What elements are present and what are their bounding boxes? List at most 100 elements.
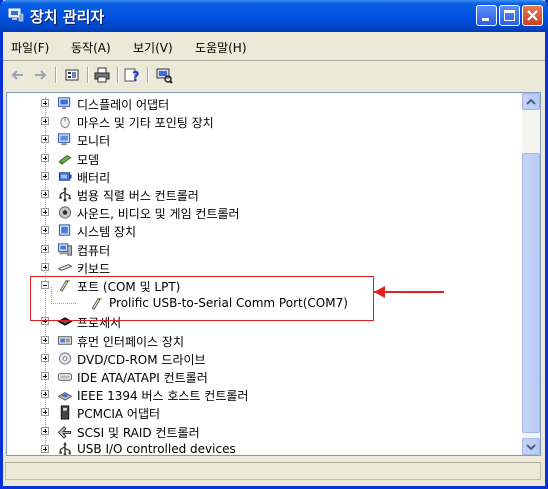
tree-item-label: 키보드	[77, 261, 111, 276]
menu-file[interactable]: 파일(F)	[11, 39, 49, 56]
tree-item[interactable]: 시스템 장치	[41, 222, 515, 240]
tree-item-label: 시스템 장치	[77, 225, 137, 240]
display-adapter-icon	[57, 97, 71, 110]
expand-toggle-icon[interactable]	[41, 262, 49, 271]
expand-toggle-icon[interactable]	[41, 117, 49, 126]
status-cell	[5, 462, 541, 480]
hid-icon	[57, 335, 73, 345]
window-title: 장치 관리자	[30, 8, 105, 26]
toolbar-divider	[147, 67, 149, 83]
scroll-up-button[interactable]	[522, 93, 540, 110]
computer-icon	[57, 243, 73, 256]
expand-toggle-icon[interactable]	[41, 208, 49, 217]
minimize-button[interactable]	[476, 5, 497, 26]
tree-item-label: 휴먼 인터페이스 장치	[77, 334, 184, 349]
annotation-arrow	[374, 286, 444, 298]
tree-item[interactable]: 사운드, 비디오 및 게임 컨트롤러	[41, 204, 515, 222]
forward-icon[interactable]	[31, 66, 49, 84]
annotation-highlight-box	[30, 276, 374, 321]
expand-toggle-icon[interactable]	[41, 444, 49, 453]
tree-item-label: 사운드, 비디오 및 게임 컨트롤러	[77, 207, 240, 222]
tree-item[interactable]: IDE ATA/ATAPI 컨트롤러	[41, 368, 515, 386]
expand-toggle-icon[interactable]	[41, 244, 49, 253]
tree-item[interactable]: 배터리	[41, 168, 515, 186]
usb-icon	[59, 187, 71, 202]
tree-item-label: 마우스 및 기타 포인팅 장치	[77, 116, 214, 131]
tree-item-label: SCSI 및 RAID 컨트롤러	[77, 425, 200, 440]
menu-view[interactable]: 보기(V)	[133, 39, 173, 56]
device-manager-window: 장치 관리자 파일(F) 동작(A) 보기(V) 도움말(H) ? 디스플레이 …	[0, 0, 548, 489]
toolbar-divider	[117, 67, 119, 83]
tree-item[interactable]: 모뎀	[41, 150, 515, 168]
help-icon[interactable]: ?	[123, 66, 141, 84]
tree-item-label: 모뎀	[77, 152, 100, 167]
tree-item[interactable]: 모니터	[41, 131, 515, 149]
menu-action[interactable]: 동작(A)	[71, 39, 111, 56]
tree-item-label: IEEE 1394 버스 호스트 컨트롤러	[77, 389, 249, 404]
tree-item[interactable]: 키보드	[41, 259, 515, 277]
tree-item[interactable]: 휴먼 인터페이스 장치	[41, 332, 515, 350]
tree-item-label: 범용 직렬 버스 컨트롤러	[77, 189, 199, 203]
expand-toggle-icon[interactable]	[41, 335, 49, 344]
tree-item-label: 디스플레이 어댑터	[77, 98, 170, 112]
maximize-button[interactable]	[499, 5, 520, 26]
modem-icon	[58, 154, 72, 165]
expand-toggle-icon[interactable]	[41, 190, 49, 198]
tree-item[interactable]: USB I/O controlled devices	[41, 441, 515, 455]
expand-toggle-icon[interactable]	[41, 426, 49, 435]
usb-icon	[59, 441, 71, 455]
tree-item[interactable]: 범용 직렬 버스 컨트롤러	[41, 186, 515, 204]
tree-item-label: IDE ATA/ATAPI 컨트롤러	[77, 371, 208, 385]
toolbar: ?	[3, 62, 545, 88]
expand-toggle-icon[interactable]	[41, 390, 49, 399]
close-button[interactable]	[522, 5, 543, 26]
tree-item-label: PCMCIA 어댑터	[77, 407, 161, 422]
device-tree: 디스플레이 어댑터마우스 및 기타 포인팅 장치모니터모뎀 배터리범용 직렬 버스…	[7, 93, 522, 455]
title-bar[interactable]: 장치 관리자	[0, 0, 548, 32]
battery-icon	[58, 172, 72, 181]
expand-toggle-icon[interactable]	[41, 153, 49, 162]
system-icon	[58, 224, 71, 237]
close-icon	[527, 10, 538, 21]
tree-item[interactable]: DVD/CD-ROM 드라이브	[41, 350, 515, 368]
expand-toggle-icon[interactable]	[41, 135, 49, 144]
menu-help[interactable]: 도움말(H)	[195, 39, 247, 56]
status-bar	[3, 459, 545, 483]
expand-toggle-icon[interactable]	[41, 353, 49, 362]
expand-toggle-icon[interactable]	[41, 408, 49, 417]
cdrom-icon	[58, 352, 72, 365]
vertical-scrollbar[interactable]	[522, 93, 540, 455]
tree-item-label: USB I/O controlled devices	[77, 441, 236, 455]
expand-toggle-icon[interactable]	[41, 99, 49, 107]
tree-item[interactable]: PCMCIA 어댑터	[41, 404, 515, 422]
tree-item-label: DVD/CD-ROM 드라이브	[77, 352, 206, 367]
scroll-down-button[interactable]	[522, 438, 540, 455]
device-tree-frame: 디스플레이 어댑터마우스 및 기타 포인팅 장치모니터모뎀 배터리범용 직렬 버스…	[6, 92, 541, 456]
tree-item[interactable]: 디스플레이 어댑터	[41, 95, 515, 113]
scsi-icon	[57, 425, 72, 439]
tree-item[interactable]: SCSI 및 RAID 컨트롤러	[41, 423, 515, 441]
monitor-icon	[57, 133, 71, 146]
tree-item-label: 모니터	[77, 134, 111, 149]
scan-hardware-icon[interactable]	[155, 66, 173, 84]
expand-toggle-icon[interactable]	[41, 226, 49, 235]
ide-icon	[57, 373, 73, 381]
back-icon[interactable]	[9, 66, 27, 84]
chevron-up-icon	[526, 98, 536, 105]
tree-item[interactable]: 마우스 및 기타 포인팅 장치	[41, 113, 515, 131]
properties-icon[interactable]	[63, 66, 81, 84]
keyboard-icon	[57, 263, 73, 272]
print-icon[interactable]	[93, 66, 111, 84]
toolbar-divider	[87, 67, 89, 83]
device-manager-icon	[8, 8, 24, 22]
expand-toggle-icon[interactable]	[41, 372, 49, 380]
expand-toggle-icon[interactable]	[41, 171, 49, 180]
pcmcia-icon	[60, 405, 70, 420]
tree-item[interactable]: IEEE 1394 버스 호스트 컨트롤러	[41, 386, 515, 404]
svg-text:?: ?	[132, 70, 140, 84]
scroll-thumb[interactable]	[522, 153, 540, 433]
sound-icon	[58, 206, 72, 219]
mouse-icon	[60, 117, 70, 129]
tree-item[interactable]: 컴퓨터	[41, 241, 515, 259]
minimize-icon	[482, 18, 489, 21]
